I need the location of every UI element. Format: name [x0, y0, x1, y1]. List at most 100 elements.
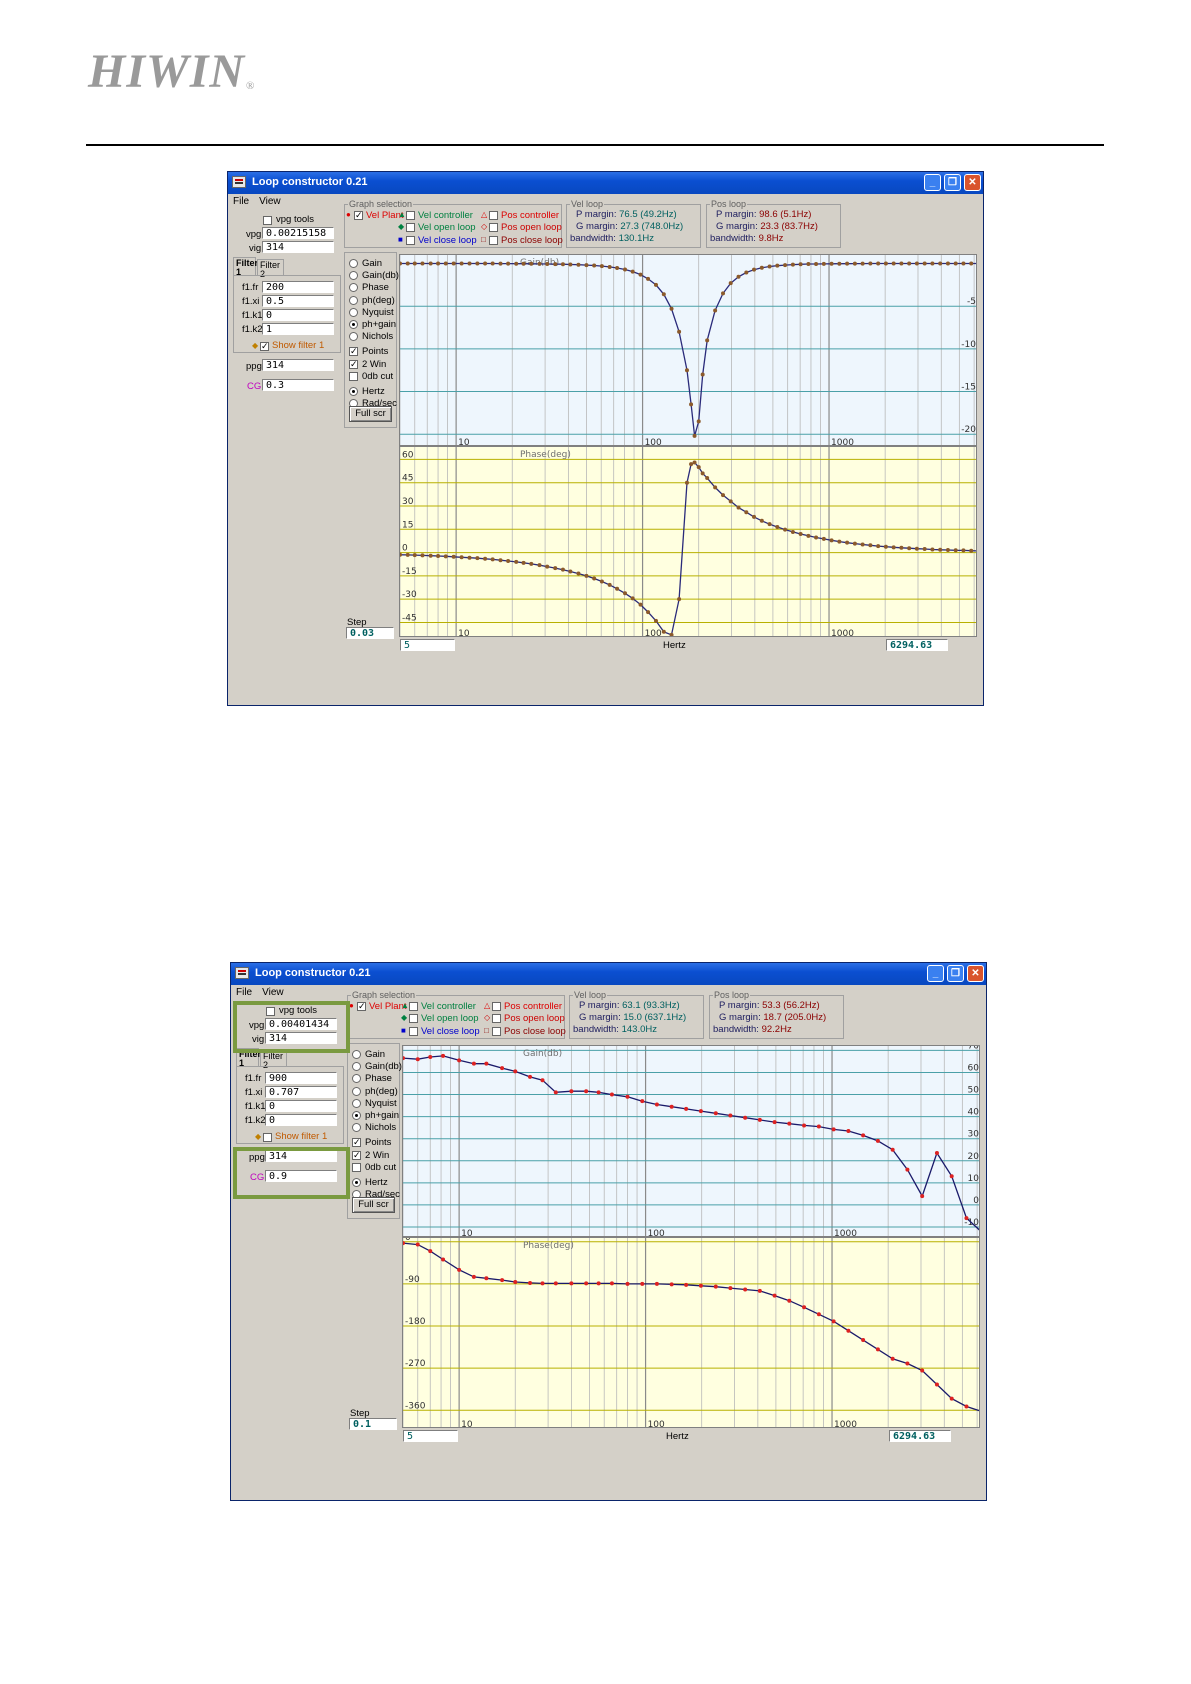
phase-data-point [806, 533, 811, 538]
pos-open-loop-checkbox[interactable] [489, 223, 498, 232]
gain-y-tick-label: -10 [961, 340, 976, 350]
gain-data-point [540, 1078, 545, 1083]
window-title: Loop constructor 0.21 [252, 176, 368, 188]
step-input[interactable]: 0.1 [349, 1418, 397, 1430]
vel-controller-checkbox[interactable] [406, 211, 415, 220]
filter-f1-k2-input[interactable]: 0 [265, 1114, 337, 1126]
option-ph-deg-radio[interactable] [352, 1086, 361, 1096]
xmin-input[interactable]: 5 [403, 1430, 458, 1442]
vpg-tools-checkbox[interactable] [263, 216, 272, 225]
gain-data-point [705, 338, 710, 343]
vel-close-loop-checkbox[interactable] [406, 236, 415, 245]
show-filter-checkbox[interactable] [263, 1133, 272, 1142]
filter-f1-xi-input[interactable]: 0.707 [265, 1086, 337, 1098]
full-screen-button[interactable]: Full scr [352, 1197, 395, 1213]
vel-open-loop-label: Vel open loop [418, 222, 476, 233]
gain-y-tick-label: 50 [968, 1086, 980, 1096]
minimize-button[interactable]: _ [927, 965, 944, 982]
vel-open-loop-checkbox[interactable] [406, 223, 415, 232]
pos-controller-checkbox[interactable] [492, 1002, 501, 1011]
phase-data-point [545, 564, 550, 569]
tab-filter-1[interactable]: Filter 1 [233, 257, 258, 277]
tab-filter-2[interactable]: Filter 2 [260, 1050, 287, 1070]
gain-data-point [459, 261, 464, 266]
option-points-check[interactable]: ✓ [349, 347, 358, 357]
close-button[interactable]: ✕ [967, 965, 984, 982]
show-filter-checkbox[interactable]: ✓ [260, 342, 269, 351]
option-ph-gain-radio[interactable] [349, 320, 358, 329]
vel-controller-checkbox[interactable] [409, 1002, 418, 1011]
maximize-button[interactable]: ❐ [944, 174, 961, 191]
pos-close-loop-checkbox[interactable] [492, 1027, 501, 1036]
vel-open-loop-checkbox[interactable] [409, 1014, 418, 1023]
tab-filter-1[interactable]: Filter 1 [236, 1048, 261, 1068]
vig-input[interactable]: 314 [262, 241, 334, 253]
vel-open-loop-marker: ◆ [401, 1013, 408, 1022]
vel-close-loop-checkbox[interactable] [409, 1027, 418, 1036]
vel-plant-checkbox[interactable]: ✓ [354, 211, 363, 220]
xmax-input[interactable]: 6294.63 [889, 1430, 951, 1442]
vpg-input[interactable]: 0.00401434 [265, 1018, 337, 1030]
option-0db-cut-check[interactable] [352, 1162, 361, 1172]
option-gain-radio[interactable] [352, 1050, 361, 1059]
filter-f1-k2-input[interactable]: 1 [262, 323, 334, 335]
full-screen-button[interactable]: Full scr [349, 406, 392, 422]
gain-data-point [945, 261, 950, 266]
xmax-input[interactable]: 6294.63 [886, 639, 948, 651]
menu-view[interactable]: View [257, 985, 289, 1000]
ppg-input[interactable]: 314 [265, 1150, 337, 1162]
phase-data-point [759, 518, 764, 523]
phase-data-point [514, 559, 519, 564]
pos-close-loop-checkbox[interactable] [489, 236, 498, 245]
tab-filter-2[interactable]: Filter 2 [257, 259, 284, 279]
vpg-input[interactable]: 0.00215158 [262, 227, 334, 239]
pos-open-loop-checkbox[interactable] [492, 1014, 501, 1023]
pos-controller-checkbox[interactable] [489, 211, 498, 220]
menu-view[interactable]: View [254, 194, 286, 209]
pos-close-loop-label: Pos close loop [501, 235, 563, 246]
phase-data-point [705, 476, 710, 481]
phase-data-point [698, 1283, 703, 1288]
filter-f1-xi-input[interactable]: 0.5 [262, 295, 334, 307]
option-nyquist-radio[interactable] [352, 1098, 361, 1108]
option-nyquist-radio[interactable] [349, 307, 358, 317]
vig-input[interactable]: 314 [265, 1032, 337, 1044]
cg-input[interactable]: 0.9 [265, 1170, 337, 1182]
gain-data-point [953, 261, 958, 266]
option-nichols-label: Nichols [362, 331, 394, 343]
phase-data-point [876, 544, 881, 549]
gain-data-point [969, 261, 974, 266]
option-hertz-radio[interactable] [349, 387, 358, 396]
minimize-button[interactable]: _ [924, 174, 941, 191]
maximize-button[interactable]: ❐ [947, 965, 964, 982]
gain-chart-title: Gain(db) [523, 1049, 562, 1059]
filter-f1-fr-input[interactable]: 200 [262, 281, 334, 293]
option-hertz-radio[interactable] [352, 1178, 361, 1187]
vel-plant-checkbox[interactable]: ✓ [357, 1002, 366, 1011]
option-points-check[interactable]: ✓ [352, 1138, 361, 1148]
option-2-win-check[interactable]: ✓ [349, 359, 358, 369]
vpg-tools-checkbox[interactable] [266, 1007, 275, 1016]
phase-data-point [868, 543, 873, 548]
menu-file[interactable]: File [231, 985, 257, 1000]
option-ph-deg-radio[interactable] [349, 295, 358, 305]
option-2-win-label: 2 Win [365, 1149, 390, 1161]
filter-f1-fr-input[interactable]: 900 [265, 1072, 337, 1084]
filter-f1-k1-input[interactable]: 0 [262, 309, 334, 321]
phase-data-point [607, 582, 612, 587]
ppg-input[interactable]: 314 [262, 359, 334, 371]
option-gain-radio[interactable] [349, 259, 358, 268]
gain-data-point [436, 261, 441, 266]
phase-data-point [692, 460, 697, 465]
close-button[interactable]: ✕ [964, 174, 981, 191]
option-2-win-check[interactable]: ✓ [352, 1150, 361, 1160]
cg-input[interactable]: 0.3 [262, 379, 334, 391]
xmin-input[interactable]: 5 [400, 639, 455, 651]
option-0db-cut-check[interactable] [349, 371, 358, 381]
menu-file[interactable]: File [228, 194, 254, 209]
gain-data-point [568, 262, 573, 267]
show-filter-label: Show filter 1 [275, 1131, 328, 1142]
step-input[interactable]: 0.03 [346, 627, 394, 639]
option-ph-gain-radio[interactable] [352, 1111, 361, 1120]
filter-f1-k1-input[interactable]: 0 [265, 1100, 337, 1112]
